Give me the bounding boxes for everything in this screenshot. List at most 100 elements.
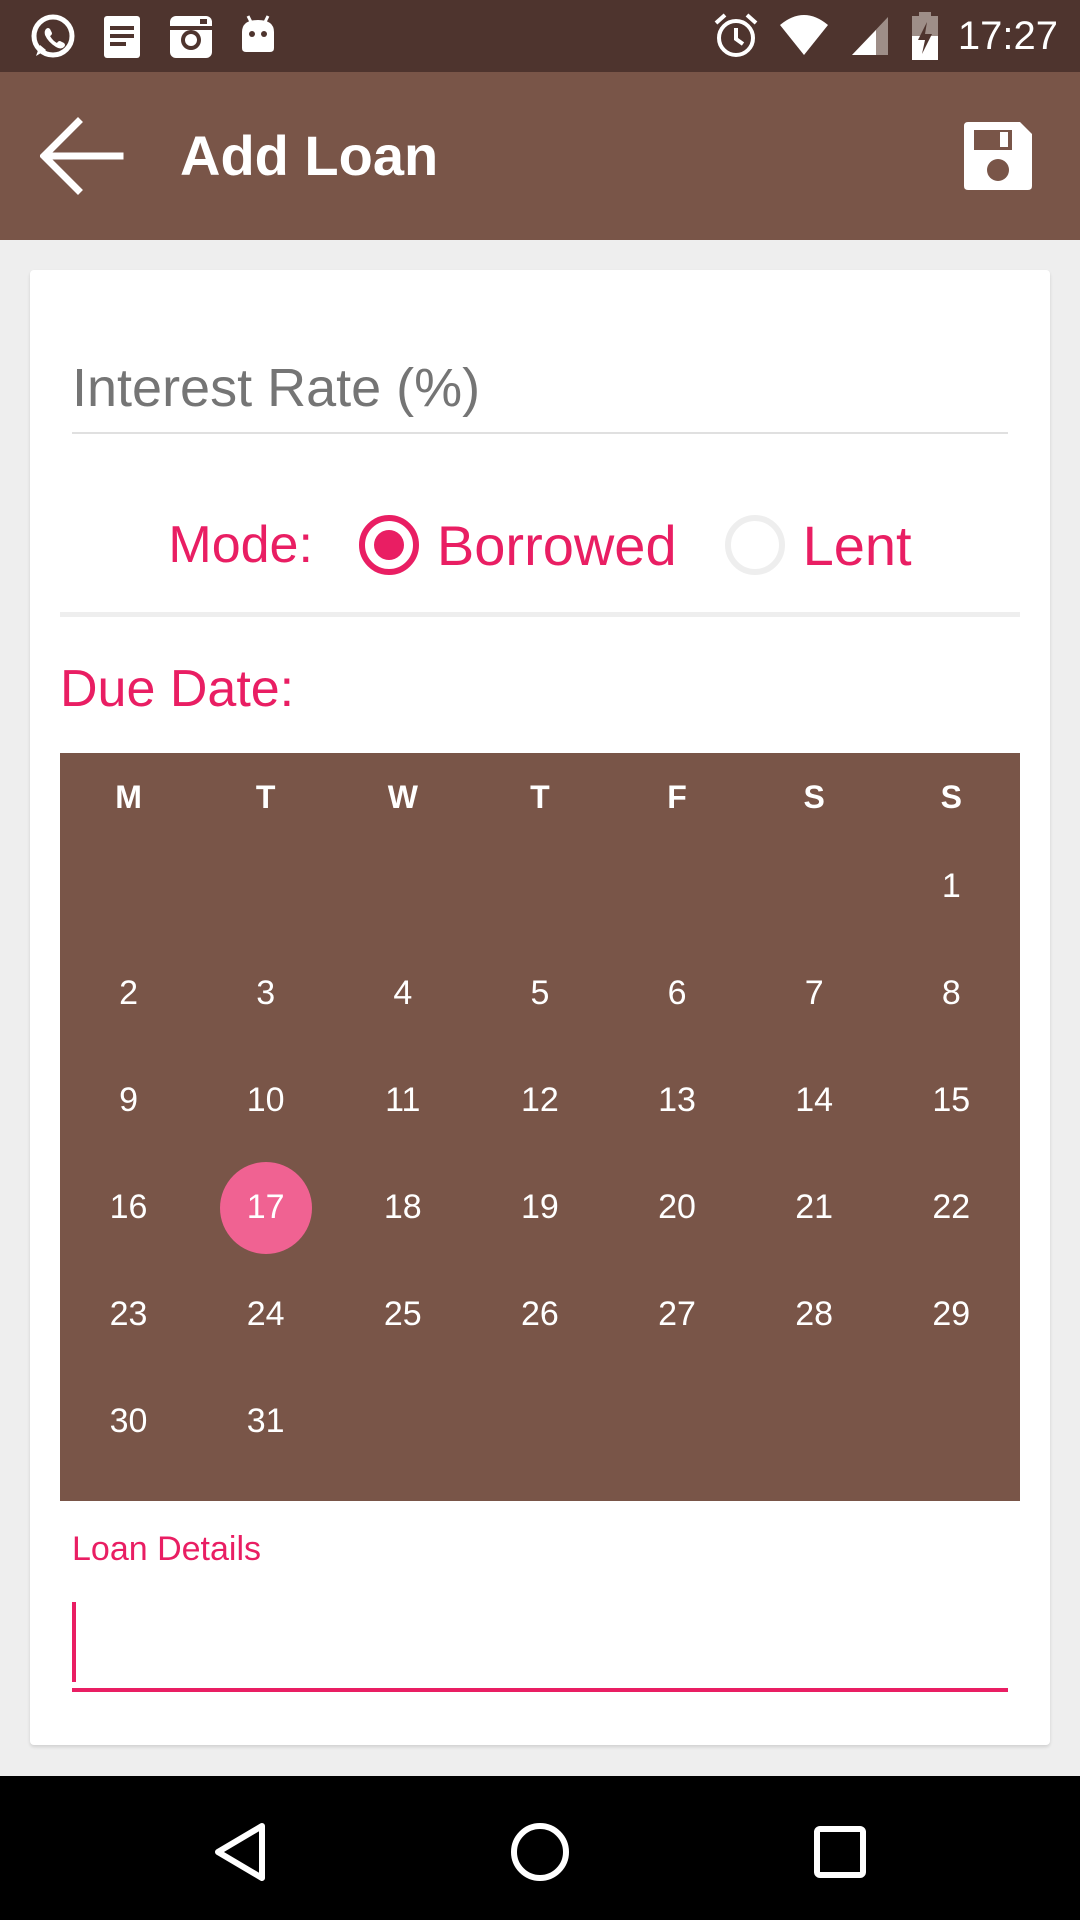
- alarm-icon: [712, 11, 760, 61]
- calendar-day-number: 19: [521, 1188, 559, 1226]
- loan-details-label: Loan Details: [72, 1530, 262, 1568]
- weekday-label: S: [940, 778, 962, 815]
- weekday-label: F: [667, 778, 687, 815]
- calendar-day[interactable]: 5: [471, 940, 608, 1047]
- nav-back-button[interactable]: [200, 1812, 280, 1892]
- text-cursor: [72, 1602, 76, 1682]
- calendar-day[interactable]: 28: [746, 1261, 883, 1368]
- loan-details-field[interactable]: [72, 1596, 1008, 1692]
- nav-back-icon: [215, 1823, 265, 1881]
- calendar-empty-cell: [609, 833, 746, 940]
- calendar-day[interactable]: 3: [197, 940, 334, 1047]
- calendar-day-number: 8: [941, 974, 961, 1012]
- calendar-day-number: 23: [109, 1295, 148, 1333]
- weekday-label: T: [255, 778, 276, 815]
- calendar: M T W T F S S 1 2 3 4 5 6 7 8 9 10 11 12 13 14 15 16 17 1…: [60, 753, 1020, 1501]
- calendar-day[interactable]: 22: [883, 1154, 1020, 1261]
- system-status: 17:27: [694, 10, 1058, 62]
- save-icon: [964, 122, 1032, 190]
- mode-option-borrowed[interactable]: Borrowed: [358, 513, 677, 578]
- signal-icon: [848, 11, 892, 61]
- calendar-grid: 1 2 3 4 5 6 7 8 9 10 11 12 13 14 15 16 17 18 19 20 21 22 23 24 2…: [60, 833, 1020, 1475]
- calendar-empty-cell: [334, 833, 471, 940]
- calendar-empty-cell: [197, 833, 334, 940]
- calendar-empty-cell: [471, 833, 608, 940]
- back-button[interactable]: [40, 116, 124, 196]
- calendar-day[interactable]: 9: [60, 1047, 197, 1154]
- calendar-day[interactable]: 24: [197, 1261, 334, 1368]
- calendar-day-number: 12: [521, 1081, 559, 1119]
- calendar-day[interactable]: 4: [334, 940, 471, 1047]
- interest-rate-field[interactable]: [72, 348, 1008, 434]
- calendar-day[interactable]: 15: [883, 1047, 1020, 1154]
- calendar-day-number: 3: [256, 974, 276, 1012]
- calendar-day-number: 24: [246, 1295, 285, 1333]
- weekday-label: M: [115, 778, 142, 815]
- calendar-day[interactable]: 19: [471, 1154, 608, 1261]
- clock: 17:27: [957, 14, 1058, 58]
- calendar-day[interactable]: 16: [60, 1154, 197, 1261]
- calendar-day-number: 31: [246, 1402, 285, 1440]
- mode-selector: Mode: Borrowed Lent: [30, 505, 1050, 585]
- calendar-day-number: 5: [530, 974, 550, 1012]
- calendar-day[interactable]: 2: [60, 940, 197, 1047]
- android-icon: [238, 12, 278, 62]
- calendar-week-row: 30 31: [60, 1368, 1020, 1475]
- mode-option-lent[interactable]: Lent: [724, 513, 912, 578]
- save-button[interactable]: [960, 118, 1036, 194]
- calendar-day[interactable]: 23: [60, 1261, 197, 1368]
- calendar-day[interactable]: 31: [197, 1368, 334, 1475]
- calendar-day-number: 13: [658, 1081, 696, 1119]
- calendar-day-number: 28: [795, 1295, 834, 1333]
- calendar-day[interactable]: 21: [746, 1154, 883, 1261]
- calendar-day[interactable]: 30: [60, 1368, 197, 1475]
- radio-checked-icon: [358, 515, 419, 575]
- interest-rate-input[interactable]: [72, 348, 1008, 428]
- nav-recents-icon: [814, 1826, 866, 1878]
- calendar-day-number: 27: [658, 1295, 696, 1333]
- calendar-day-number: 15: [932, 1081, 971, 1119]
- calendar-day[interactable]: 8: [883, 940, 1020, 1047]
- mode-label: Mode:: [168, 516, 313, 574]
- app-bar: Add Loan: [0, 72, 1080, 240]
- calendar-day-number: 22: [932, 1188, 971, 1226]
- calendar-empty-cell: [60, 833, 197, 940]
- calendar-day[interactable]: 10: [197, 1047, 334, 1154]
- calendar-day[interactable]: 17: [197, 1154, 334, 1261]
- calendar-day-number: 20: [658, 1188, 696, 1226]
- calendar-day[interactable]: 11: [334, 1047, 471, 1154]
- calendar-empty-cell: [746, 1368, 883, 1475]
- calendar-day[interactable]: 13: [609, 1047, 746, 1154]
- calendar-day[interactable]: 7: [746, 940, 883, 1047]
- calendar-day[interactable]: 18: [334, 1154, 471, 1261]
- calendar-day-number: 29: [932, 1295, 971, 1333]
- calendar-day[interactable]: 20: [609, 1154, 746, 1261]
- loan-details-input[interactable]: [82, 1596, 1002, 1686]
- status-bar: 17:27: [0, 0, 1080, 72]
- calendar-day-number: 21: [795, 1188, 834, 1226]
- calendar-day-number: 25: [383, 1295, 422, 1333]
- calendar-day-number: 4: [393, 974, 413, 1012]
- calendar-day[interactable]: 27: [609, 1261, 746, 1368]
- calendar-day[interactable]: 12: [471, 1047, 608, 1154]
- calendar-empty-cell: [609, 1368, 746, 1475]
- calendar-day[interactable]: 26: [471, 1261, 608, 1368]
- calendar-day[interactable]: 29: [883, 1261, 1020, 1368]
- loan-form-card: Mode: Borrowed Lent Due Date: M T W T F …: [30, 270, 1050, 1745]
- calendar-day-number: 14: [795, 1081, 834, 1119]
- nav-home-button[interactable]: [500, 1812, 580, 1892]
- calendar-day[interactable]: 6: [609, 940, 746, 1047]
- notification-icons: [28, 12, 300, 62]
- calendar-day-number: 2: [119, 974, 139, 1012]
- mode-option-label: Lent: [802, 513, 912, 577]
- battery-charging-icon: [910, 10, 940, 62]
- weekday-label: W: [387, 778, 418, 815]
- calendar-day[interactable]: 14: [746, 1047, 883, 1154]
- whatsapp-icon: [28, 12, 78, 62]
- calendar-day[interactable]: 25: [334, 1261, 471, 1368]
- nav-recents-button[interactable]: [800, 1812, 880, 1892]
- calendar-day-number: 6: [667, 974, 687, 1012]
- calendar-day[interactable]: 1: [883, 833, 1020, 940]
- navigation-bar: [0, 1776, 1080, 1920]
- calendar-day-number: 26: [521, 1295, 559, 1333]
